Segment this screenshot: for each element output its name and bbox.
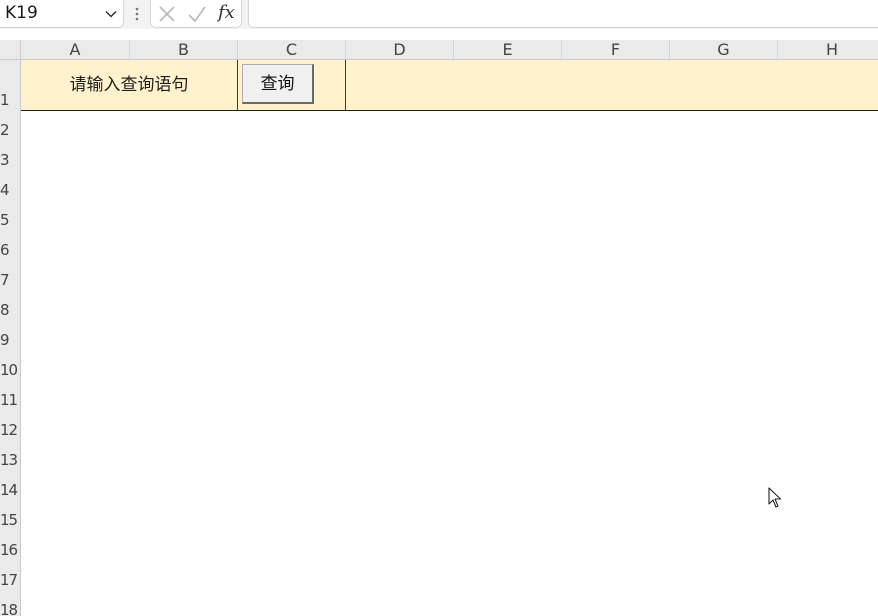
row-header-12[interactable]: 12 (0, 420, 20, 440)
formula-bar: K19 fx (0, 0, 878, 29)
row-header-18[interactable]: 18 (0, 600, 20, 616)
chevron-down-icon[interactable] (104, 7, 118, 21)
column-header-c[interactable]: C (238, 40, 346, 59)
row-header-14[interactable]: 14 (0, 480, 20, 500)
column-header-g[interactable]: G (670, 40, 778, 59)
query-prompt-label[interactable]: 请输入查询语句 (21, 60, 237, 110)
row-header-4[interactable]: 4 (0, 180, 20, 200)
cell-divider-c-d (345, 60, 346, 111)
name-box-value[interactable]: K19 (5, 3, 38, 23)
vertical-dots-icon[interactable] (131, 4, 143, 24)
insert-function-button[interactable]: fx (218, 0, 235, 26)
row-header-5[interactable]: 5 (0, 210, 20, 230)
row-header-2[interactable]: 2 (0, 120, 20, 140)
row-header-16[interactable]: 16 (0, 540, 20, 560)
row-header-10[interactable]: 10 (0, 360, 20, 380)
row-header-6[interactable]: 6 (0, 240, 20, 260)
row-header-17[interactable]: 17 (0, 570, 20, 590)
column-header-h[interactable]: H (778, 40, 878, 59)
query-button[interactable]: 查询 (242, 64, 314, 104)
row-header-7[interactable]: 7 (0, 270, 20, 290)
name-box[interactable]: K19 (0, 0, 124, 28)
column-header-f[interactable]: F (562, 40, 670, 59)
row-header-column: 1 2 3 4 5 6 7 8 9 10 11 12 13 14 15 16 1… (0, 60, 21, 616)
row-header-13[interactable]: 13 (0, 450, 20, 470)
cell-divider-b-c (237, 60, 238, 111)
column-header-d[interactable]: D (346, 40, 454, 59)
close-icon[interactable] (158, 5, 178, 23)
mouse-pointer-icon (768, 487, 782, 509)
column-header-row: A B C D E F G H (0, 40, 878, 60)
select-all-corner[interactable] (0, 40, 21, 59)
check-icon[interactable] (187, 5, 207, 23)
row-header-15[interactable]: 15 (0, 510, 20, 530)
column-header-b[interactable]: B (130, 40, 238, 59)
formula-actions: fx (150, 0, 242, 28)
row-header-11[interactable]: 11 (0, 390, 20, 410)
row-header-1[interactable]: 1 (0, 89, 20, 111)
row-header-9[interactable]: 9 (0, 330, 20, 350)
row-header-8[interactable]: 8 (0, 300, 20, 320)
column-header-a[interactable]: A (21, 40, 130, 59)
formula-input[interactable] (248, 0, 878, 28)
row-header-3[interactable]: 3 (0, 150, 20, 170)
column-header-e[interactable]: E (454, 40, 562, 59)
